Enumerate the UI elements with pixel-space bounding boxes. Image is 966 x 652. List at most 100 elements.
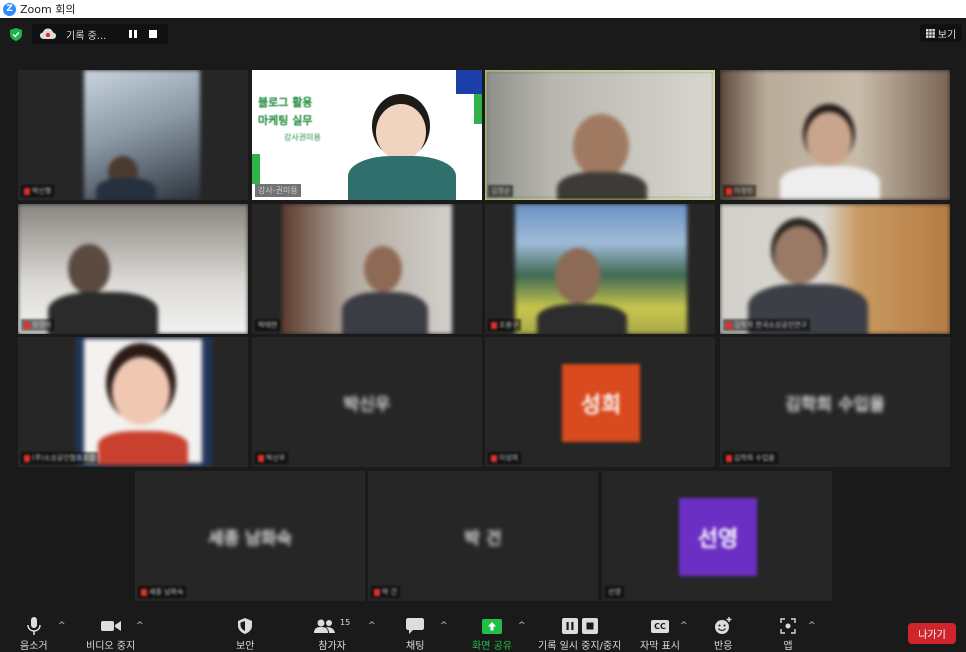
presentation-slide: 블로그 활용 마케팅 실무 강사권미용 xyxy=(252,70,482,200)
participant-name: 김학희 한국소상공인연구 xyxy=(723,319,811,331)
muted-mic-icon xyxy=(24,321,30,329)
presenter-face xyxy=(376,104,426,160)
participant-name: 박신형 xyxy=(21,185,55,197)
participant-tile-video-off[interactable]: 박 건 박 건 xyxy=(368,471,598,601)
participant-video xyxy=(485,70,715,200)
stop-icon xyxy=(149,30,157,38)
participant-video xyxy=(515,204,687,334)
muted-mic-icon xyxy=(24,187,30,195)
participant-name: 김학희 수입을 xyxy=(723,452,778,464)
captions-button[interactable]: CC 자막 표시 xyxy=(640,615,680,652)
captions-label: 자막 표시 xyxy=(640,641,680,652)
pause-recording-button[interactable] xyxy=(126,27,140,41)
participant-tile-active-speaker[interactable]: 김영순 xyxy=(485,70,715,200)
participant-tile-presenter[interactable]: 블로그 활용 마케팅 실무 강사권미용 강사-권미용 xyxy=(252,70,482,200)
share-screen-icon xyxy=(481,618,502,634)
participant-avatar: 성희 xyxy=(562,364,640,442)
mute-options-chevron-icon[interactable]: ^ xyxy=(58,621,66,631)
recording-indicator: 기록 중... xyxy=(32,24,168,44)
participant-name: 박태현 xyxy=(255,319,281,331)
participant-tile-video-off[interactable]: 김학희 수입을 김학희 수입을 xyxy=(720,337,950,467)
slide-title-2: 마케팅 실무 xyxy=(258,114,313,127)
participants-icon xyxy=(314,619,335,633)
zoom-logo-icon: Z xyxy=(3,2,16,16)
muted-mic-icon xyxy=(726,321,732,329)
encryption-shield-icon[interactable] xyxy=(10,28,22,41)
apps-label: 앱 xyxy=(783,641,793,652)
participant-tile-video-off[interactable]: 세종 남화숙 세종 남화숙 xyxy=(135,471,365,601)
participant-name: 조용구 xyxy=(488,319,522,331)
microphone-icon xyxy=(27,617,41,635)
participant-tile[interactable]: 박태현 xyxy=(252,204,482,334)
share-screen-label: 화면 공유 xyxy=(472,641,512,652)
captions-options-chevron-icon[interactable]: ^ xyxy=(680,621,688,631)
participant-name: 강사-권미용 xyxy=(255,184,301,197)
participant-tile[interactable]: 박신형 xyxy=(18,70,248,200)
participant-name: 세종 남화숙 xyxy=(138,586,187,598)
leave-meeting-button[interactable]: 나가기 xyxy=(908,623,956,644)
pause-icon xyxy=(129,30,137,38)
participant-tile[interactable]: 김학희 한국소상공인연구 xyxy=(720,204,950,334)
view-button[interactable]: 보기 xyxy=(920,24,962,42)
participant-tile-video-off[interactable]: 선영 선영 xyxy=(602,471,832,601)
record-label: 기록 일시 중지/중지 xyxy=(538,641,622,652)
chat-bubble-icon xyxy=(406,618,425,634)
chat-label: 채팅 xyxy=(406,641,425,652)
security-shield-icon xyxy=(238,618,253,634)
chat-options-chevron-icon[interactable]: ^ xyxy=(440,621,448,631)
stop-recording-button[interactable] xyxy=(146,27,160,41)
muted-mic-icon xyxy=(258,454,264,462)
stop-video-button[interactable]: 비디오 중지 xyxy=(86,615,135,652)
participant-tile-video-off[interactable]: 박신우 박신우 xyxy=(252,337,482,467)
participants-button[interactable]: 15 참가자 xyxy=(314,615,350,652)
chat-button[interactable]: 채팅 xyxy=(406,615,424,652)
participant-tile[interactable]: 조용구 xyxy=(485,204,715,334)
participants-count: 15 xyxy=(340,617,351,627)
participant-name: 정영미 xyxy=(21,319,55,331)
participant-name: 박 건 xyxy=(371,586,401,598)
stop-video-label: 비디오 중지 xyxy=(86,641,136,652)
participant-video xyxy=(282,204,452,334)
muted-mic-icon xyxy=(141,588,147,596)
participant-name: 선영 xyxy=(605,586,624,598)
cc-icon: CC xyxy=(651,619,669,633)
participant-name: 박신우 xyxy=(255,452,289,464)
participant-video xyxy=(76,337,212,467)
participant-video xyxy=(84,70,200,200)
smiley-reaction-icon xyxy=(715,617,732,634)
slide-title-1: 블로그 활용 xyxy=(258,96,313,109)
share-options-chevron-icon[interactable]: ^ xyxy=(518,621,526,631)
reactions-label: 반응 xyxy=(714,641,733,652)
participant-display-name: 세종 남화숙 xyxy=(207,528,293,549)
muted-mic-icon xyxy=(726,187,732,195)
stop-recording-icon xyxy=(581,618,598,634)
participant-name: (주)소상공인협동조합 xyxy=(21,452,99,464)
record-pause-stop-button[interactable]: 기록 일시 중지/중지 xyxy=(538,615,621,652)
security-button[interactable]: 보안 xyxy=(236,615,254,652)
video-options-chevron-icon[interactable]: ^ xyxy=(136,621,144,631)
participant-video xyxy=(720,204,950,334)
participant-avatar: 선영 xyxy=(679,498,757,576)
participants-options-chevron-icon[interactable]: ^ xyxy=(368,621,376,631)
participant-name: 이정민 xyxy=(723,185,757,197)
share-screen-button[interactable]: 화면 공유 xyxy=(472,615,512,652)
participants-label: 참가자 xyxy=(318,641,346,652)
participant-tile[interactable]: (주)소상공인협동조합 xyxy=(18,337,248,467)
mute-button[interactable]: 음소거 xyxy=(20,615,48,652)
muted-mic-icon xyxy=(491,454,497,462)
reactions-button[interactable]: 반응 xyxy=(714,615,732,652)
participant-name: 김영순 xyxy=(488,185,514,197)
muted-mic-icon xyxy=(374,588,380,596)
muted-mic-icon xyxy=(24,454,30,462)
participant-display-name: 김학희 수입을 xyxy=(785,394,885,415)
participant-name: 이성희 xyxy=(488,452,522,464)
video-camera-icon xyxy=(100,621,121,631)
cloud-record-icon xyxy=(40,28,56,39)
view-label: 보기 xyxy=(937,29,957,41)
participant-display-name: 박 건 xyxy=(464,528,502,549)
participant-tile-video-off[interactable]: 성희 이성희 xyxy=(485,337,715,467)
participant-tile[interactable]: 이정민 xyxy=(720,70,950,200)
apps-button[interactable]: 앱 xyxy=(780,615,796,652)
participant-tile[interactable]: 정영미 xyxy=(18,204,248,334)
apps-options-chevron-icon[interactable]: ^ xyxy=(808,621,816,631)
